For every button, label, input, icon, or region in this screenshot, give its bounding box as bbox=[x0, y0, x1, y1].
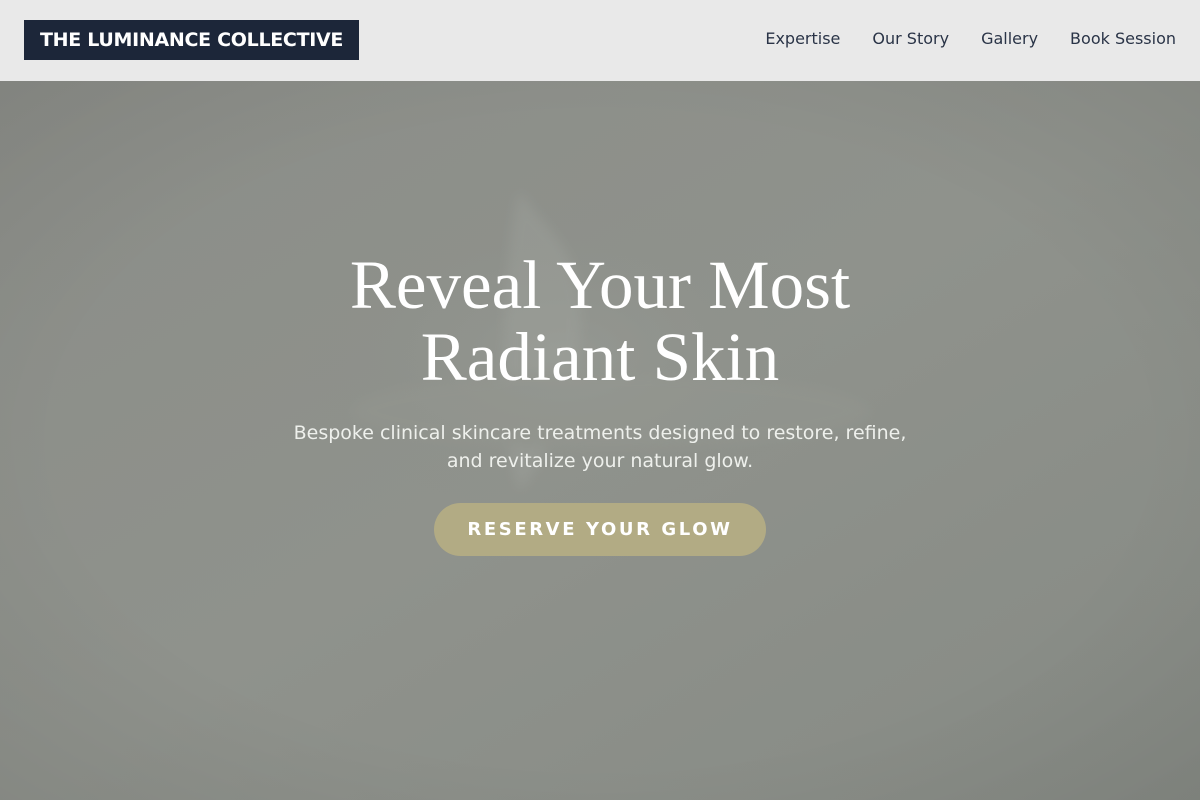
hero-title-line-1: Reveal Your Most bbox=[349, 247, 851, 323]
page: THE LUMINANCE COLLECTIVE Expertise Our S… bbox=[0, 0, 1200, 800]
nav-link-book-session[interactable]: Book Session bbox=[1070, 28, 1176, 50]
site-header: THE LUMINANCE COLLECTIVE Expertise Our S… bbox=[0, 0, 1200, 81]
hero-subtitle: Bespoke clinical skincare treatments des… bbox=[260, 419, 940, 475]
nav-link-our-story[interactable]: Our Story bbox=[872, 28, 949, 50]
brand-logo[interactable]: THE LUMINANCE COLLECTIVE bbox=[24, 20, 360, 60]
hero-content: Reveal Your Most Radiant Skin Bespoke cli… bbox=[0, 249, 1200, 556]
hero-subtitle-line-1: Bespoke clinical skincare treatments des… bbox=[293, 422, 907, 444]
reserve-your-glow-button[interactable]: RESERVE YOUR GLOW bbox=[434, 503, 766, 556]
nav-link-expertise[interactable]: Expertise bbox=[765, 28, 840, 50]
hero-title: Reveal Your Most Radiant Skin bbox=[250, 249, 950, 393]
hero-section: Reveal Your Most Radiant Skin Bespoke cli… bbox=[0, 81, 1200, 800]
main-nav: Expertise Our Story Gallery Book Session bbox=[765, 28, 1176, 50]
hero-subtitle-line-2: and revitalize your natural glow. bbox=[446, 450, 754, 472]
hero-title-line-2: Radiant Skin bbox=[420, 319, 780, 395]
nav-link-gallery[interactable]: Gallery bbox=[981, 28, 1038, 50]
